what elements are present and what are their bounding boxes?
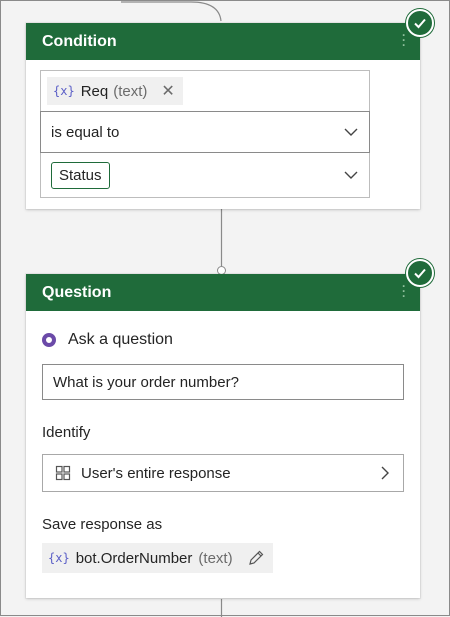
chevron-right-icon [381, 466, 389, 480]
check-circle-icon [406, 259, 434, 287]
identify-label: Identify [42, 424, 91, 441]
condition-expression: {x} Req (text) ✕ is equal to Status [40, 70, 370, 198]
save-response-label: Save response as [42, 516, 163, 533]
operator-value: is equal to [51, 123, 120, 141]
grid-icon [55, 465, 71, 481]
question-card[interactable]: Question · · · Ask a question What is your… [26, 274, 420, 598]
value-dropdown[interactable]: Status [41, 153, 369, 197]
chevron-down-icon [344, 128, 358, 136]
variable-chip[interactable]: {x} Req (text) ✕ [47, 77, 183, 105]
variable-icon: {x} [48, 551, 70, 565]
close-icon[interactable]: ✕ [161, 81, 174, 101]
kebab-menu-icon[interactable]: · · · [402, 280, 406, 302]
question-header: Question · · · [26, 274, 420, 311]
condition-card[interactable]: Condition · · · {x} Req (text) ✕ is equal … [26, 23, 420, 209]
kebab-menu-icon[interactable]: · · · [402, 29, 406, 51]
ask-question-label: Ask a question [68, 331, 173, 348]
question-text-input[interactable]: What is your order number? [42, 364, 404, 400]
chevron-down-icon [344, 171, 358, 179]
question-title: Question [42, 283, 112, 301]
condition-title: Condition [42, 32, 117, 50]
condition-variable-row: {x} Req (text) ✕ [41, 71, 369, 112]
save-variable-type: (text) [198, 549, 233, 567]
variable-name: Req [80, 82, 109, 100]
condition-header: Condition · · · [26, 23, 420, 60]
save-variable-name: bot.OrderNumber [75, 549, 193, 567]
value-tag: Status [51, 161, 110, 189]
variable-type: (text) [113, 82, 148, 100]
ask-question-option[interactable]: Ask a question [42, 331, 404, 349]
save-variable-chip[interactable]: {x} bot.OrderNumber (text) [42, 543, 273, 573]
question-text-value: What is your order number? [53, 373, 239, 391]
operator-dropdown[interactable]: is equal to [40, 111, 370, 153]
identify-value: User's entire response [81, 464, 231, 482]
variable-icon: {x} [53, 84, 75, 98]
radio-selected-icon [42, 333, 56, 347]
pencil-icon[interactable] [247, 549, 265, 567]
check-circle-icon [406, 9, 434, 37]
identify-selector[interactable]: User's entire response [42, 454, 404, 492]
